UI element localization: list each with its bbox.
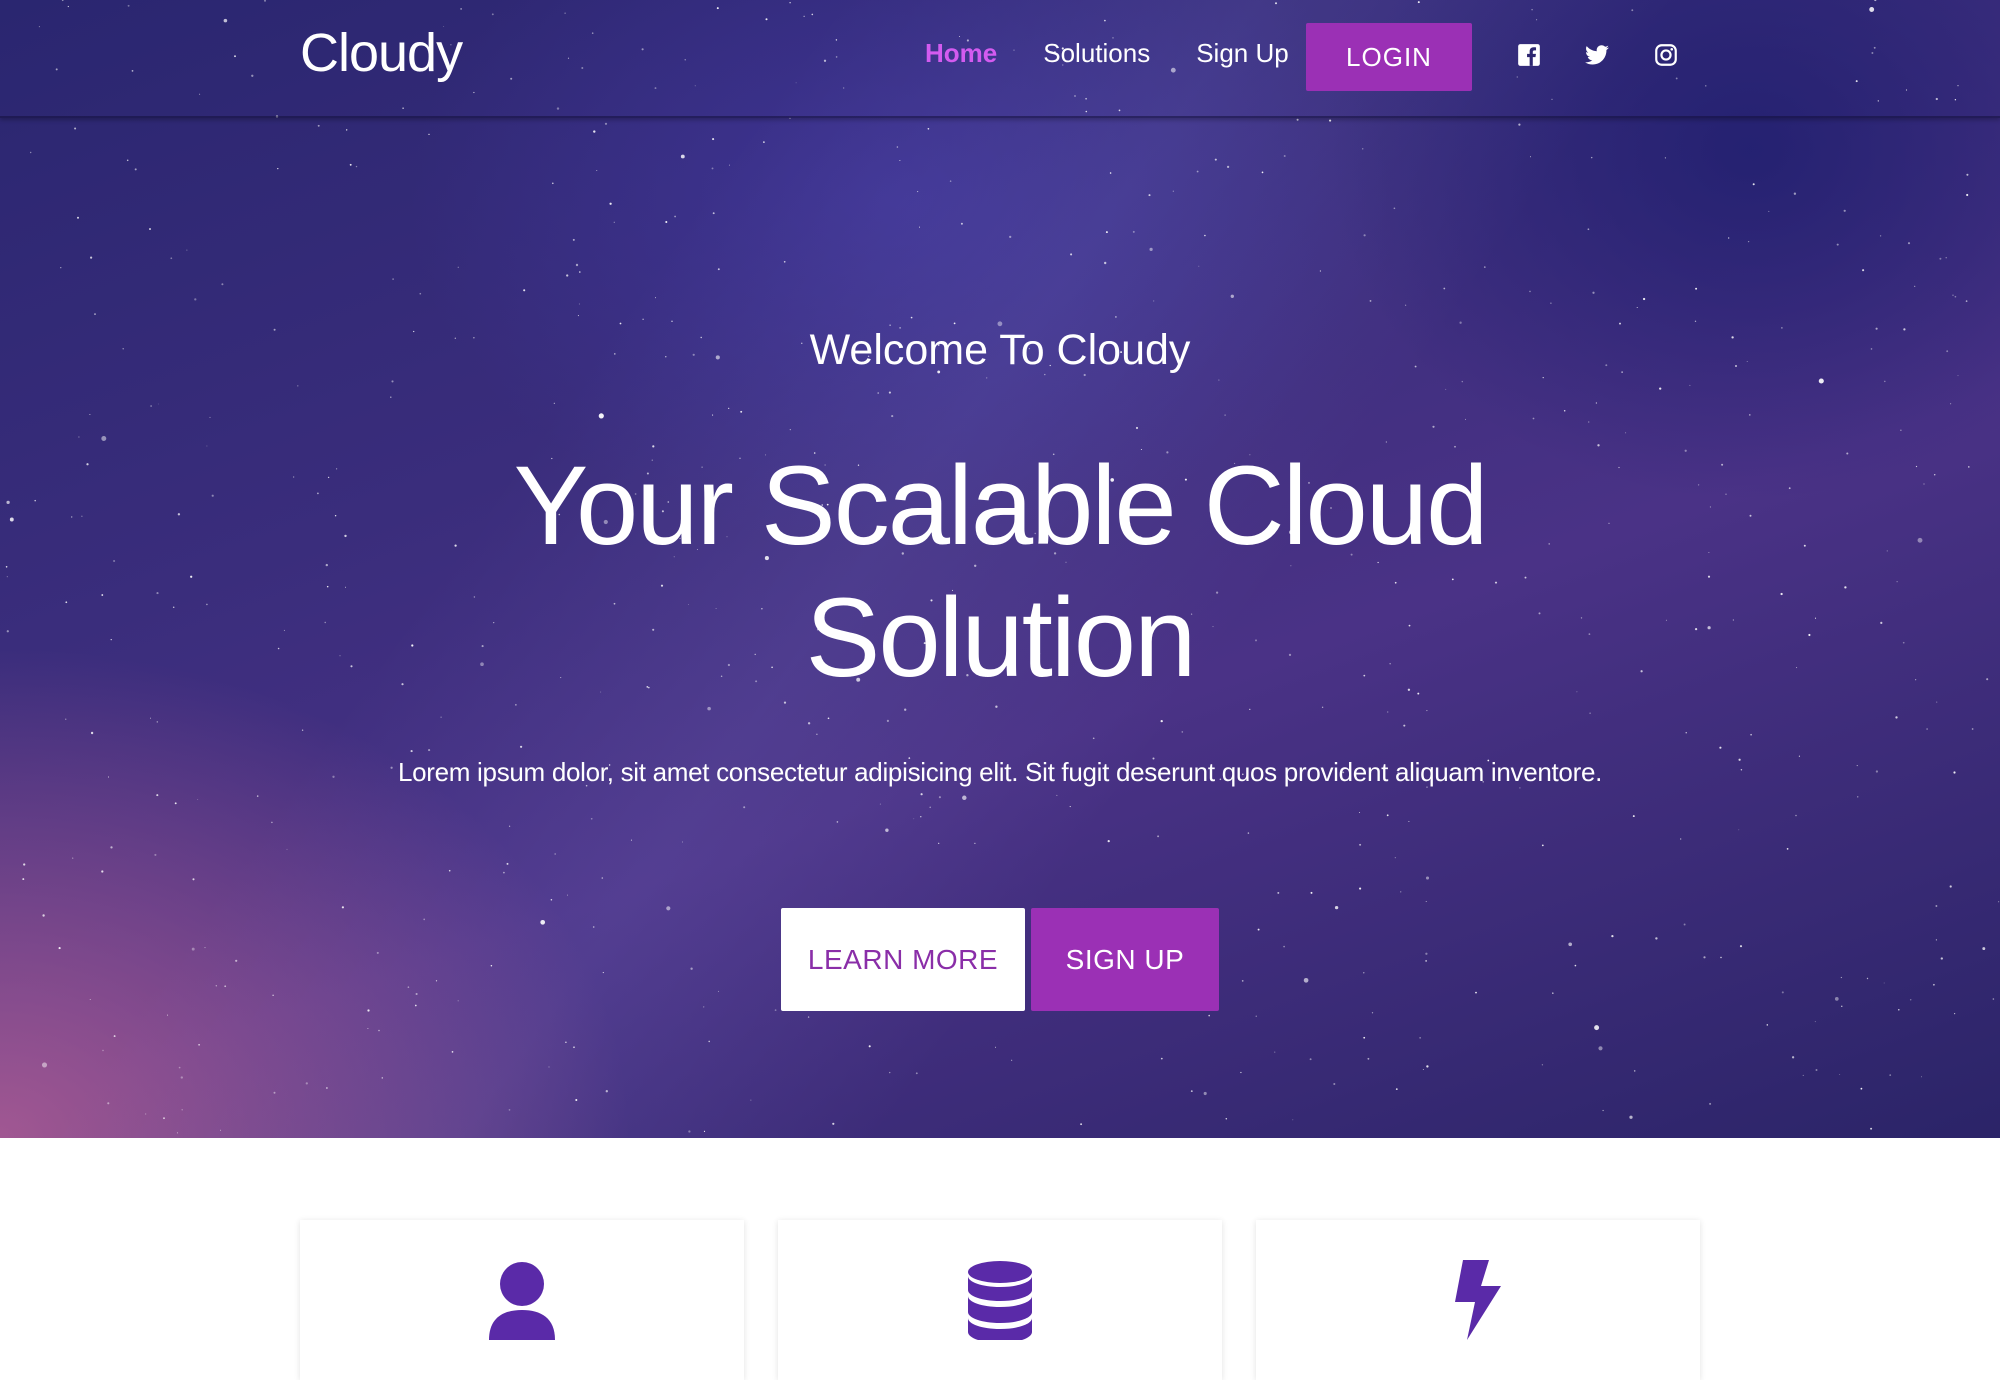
hero-lead: Lorem ipsum dolor, sit amet consectetur … [397,757,1603,787]
user-icon [489,1262,555,1340]
feature-card-user [300,1220,744,1380]
feature-card-bolt [1256,1220,1700,1380]
database-icon [968,1261,1032,1340]
features-section [0,1138,2000,1380]
learn-more-button[interactable]: LEARN MORE [781,908,1025,1011]
bolt-icon [1455,1260,1501,1340]
hero-content: Welcome To Cloudy Your Scalable Cloud So… [0,0,2000,1138]
hero-section: Cloudy Home Solutions Sign Up LOGIN Welc… [0,0,2000,1138]
hero-welcome: Welcome To Cloudy [809,326,1191,374]
hero-headline-line1: Your Scalable Cloud [513,443,1489,568]
hero-headline: Your Scalable Cloud Solution [400,440,1600,704]
sign-up-button[interactable]: SIGN UP [1031,908,1219,1011]
feature-card-database [778,1220,1222,1380]
hero-headline-line2: Solution [805,575,1197,700]
